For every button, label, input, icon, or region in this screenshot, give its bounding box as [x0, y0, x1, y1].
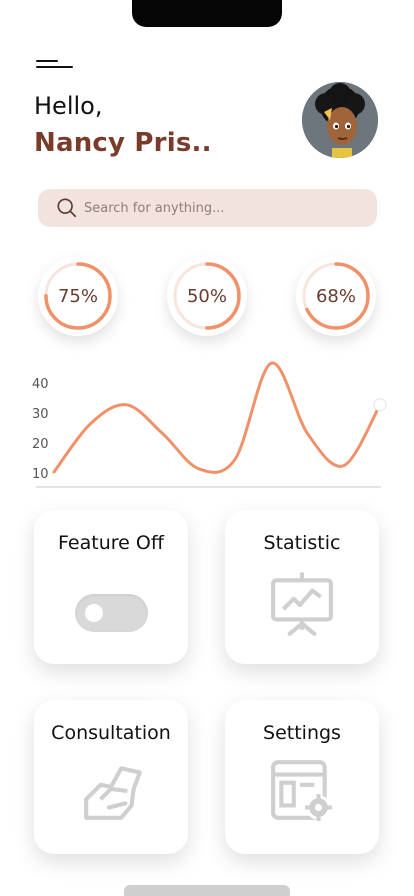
progress-ring-3: 68% [296, 256, 376, 336]
feature-title: Feature Off [58, 532, 164, 554]
progress-value-1: 75% [57, 285, 98, 307]
greeting-text: Hello, [34, 92, 103, 120]
settings-window-icon [271, 760, 332, 821]
handshake-icon [84, 766, 142, 820]
y-tick-40: 40 [32, 377, 49, 392]
consultation-title: Consultation [51, 722, 171, 744]
line-chart: 40 30 20 10 [32, 361, 387, 488]
progress-ring-1: 75% [38, 256, 118, 336]
settings-card[interactable]: Settings [225, 700, 379, 854]
presentation-chart-icon [271, 572, 333, 636]
y-tick-30: 30 [32, 407, 49, 422]
y-tick-10: 10 [32, 467, 49, 482]
feature-toggle[interactable] [75, 594, 148, 632]
avatar[interactable] [302, 82, 378, 158]
search-input[interactable] [84, 200, 344, 216]
feature-card[interactable]: Feature Off [34, 510, 188, 664]
search-icon [57, 198, 77, 218]
progress-value-2: 50% [186, 285, 227, 307]
statistic-card[interactable]: Statistic [225, 510, 379, 664]
device-notch [132, 0, 282, 27]
toggle-knob [85, 604, 103, 622]
settings-title: Settings [263, 722, 341, 744]
consultation-card[interactable]: Consultation [34, 700, 188, 854]
series-end-point [373, 398, 387, 412]
progress-value-3: 68% [315, 285, 356, 307]
y-tick-20: 20 [32, 437, 49, 452]
series-line [52, 361, 382, 474]
progress-ring-2: 50% [167, 256, 247, 336]
home-indicator [124, 885, 290, 896]
statistic-title: Statistic [263, 532, 341, 554]
search-bar[interactable] [38, 189, 377, 227]
user-name: Nancy Pris.. [34, 128, 212, 158]
menu-icon[interactable] [36, 58, 76, 72]
